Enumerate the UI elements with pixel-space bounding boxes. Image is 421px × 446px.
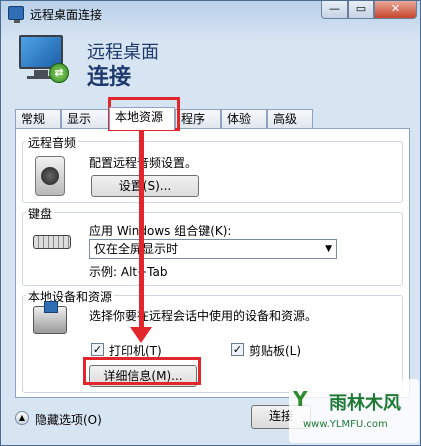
devices-description: 选择你要在远程会话中使用的设备和资源。 — [89, 309, 318, 323]
title-bar[interactable]: 远程桌面连接 — ▭ ✕ — [1, 1, 420, 27]
tab-advanced[interactable]: 高级 — [267, 109, 313, 129]
details-button[interactable]: 详细信息(M)... — [89, 365, 197, 387]
tab-experience[interactable]: 体验 — [221, 109, 267, 129]
rdp-app-icon — [8, 6, 24, 23]
maximize-button[interactable]: ▭ — [348, 1, 374, 19]
connection-arrow-icon: ⇄ — [49, 63, 69, 83]
dialog-header: ⇄ 远程桌面 连接 — [1, 27, 420, 99]
close-button[interactable]: ✕ — [374, 1, 417, 19]
audio-settings-button[interactable]: 设置(S)... — [91, 175, 199, 197]
watermark-name: 雨林木风 — [329, 393, 401, 414]
hide-options-link[interactable]: 隐藏选项(O) — [35, 411, 102, 428]
keyboard-icon — [33, 235, 71, 249]
keyboard-example: 示例: Alt+Tab — [89, 265, 168, 279]
watermark: Y 雨林木风 www.YLMFU.com — [289, 379, 419, 443]
rdp-window: 远程桌面连接 — ▭ ✕ ⇄ 远程桌面 连接 常规 显示 本地资源 程序 体验 … — [0, 0, 421, 446]
tab-general[interactable]: 常规 — [15, 109, 61, 129]
chevron-up-icon[interactable]: ▲ — [15, 411, 29, 425]
keyboard-combo-value: 仅在全屏显示时 — [94, 242, 179, 256]
printer-label[interactable]: 打印机(T) — [109, 342, 162, 359]
group-keyboard: 键盘 应用 Windows 组合键(K): 仅在全屏显示时 ▼ 示例: Alt+… — [22, 205, 403, 286]
annotation-arrow-head — [130, 327, 152, 343]
tab-panel-local-resources: 远程音频 配置远程音频设置。 设置(S)... 键盘 应用 Windows 组合… — [15, 128, 410, 398]
tab-local-resources[interactable]: 本地资源 — [109, 107, 175, 130]
group-title-devices: 本地设备和资源 — [26, 288, 115, 305]
keyboard-combo-select[interactable]: 仅在全屏显示时 ▼ — [89, 239, 337, 259]
window-title: 远程桌面连接 — [30, 8, 103, 22]
keyboard-description: 应用 Windows 组合键(K): — [89, 224, 232, 238]
group-title-keyboard: 键盘 — [26, 205, 55, 222]
devices-icon — [33, 301, 67, 334]
watermark-logo: Y — [293, 387, 308, 411]
printer-checkbox[interactable]: ✓ — [91, 343, 104, 356]
tab-programs[interactable]: 程序 — [175, 109, 221, 129]
header-title-line2: 连接 — [87, 65, 132, 90]
minimize-button[interactable]: — — [321, 1, 348, 19]
group-remote-audio: 远程音频 配置远程音频设置。 设置(S)... — [22, 134, 403, 203]
tab-display[interactable]: 显示 — [61, 109, 109, 129]
annotation-arrow-line — [139, 129, 144, 329]
clipboard-checkbox[interactable]: ✓ — [231, 343, 244, 356]
clipboard-label[interactable]: 剪贴板(L) — [249, 342, 301, 359]
speaker-icon — [35, 156, 65, 196]
chevron-down-icon: ▼ — [325, 244, 332, 254]
tab-strip: 常规 显示 本地资源 程序 体验 高级 — [15, 107, 410, 130]
watermark-url: www.YLMFU.com — [303, 419, 388, 430]
group-title-audio: 远程音频 — [26, 134, 79, 151]
